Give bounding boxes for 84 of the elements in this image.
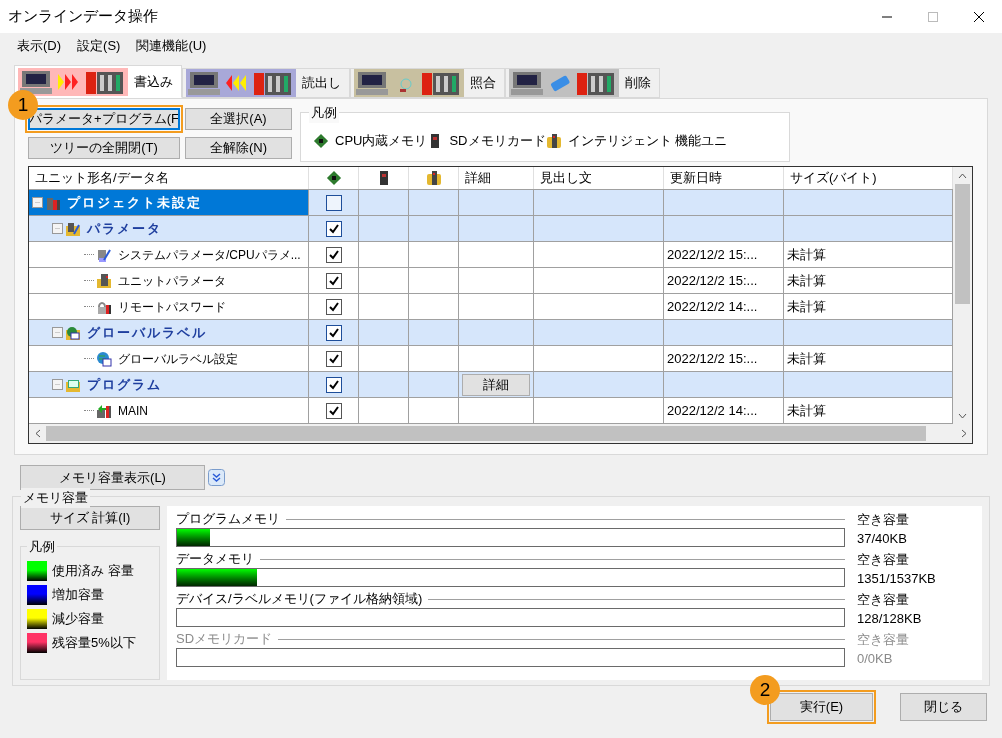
column-header[interactable]: 見出し文 <box>534 167 664 189</box>
tab[interactable]: 照合 <box>350 68 505 98</box>
tree-item[interactable]: グローバルラベル <box>87 322 207 343</box>
tab[interactable]: 読出し <box>182 68 350 98</box>
size-calc-button[interactable]: サイズ 計算(I) <box>20 506 160 530</box>
legend-label: CPU内蔵メモリ <box>335 132 428 151</box>
checkbox[interactable] <box>325 298 342 315</box>
table-cell: 2022/12/2 15:... <box>664 346 784 371</box>
free-label: 空き容量 <box>857 631 909 649</box>
tree-item[interactable]: グローバルラベル設定 <box>118 349 238 368</box>
computer-plc-icon <box>18 67 128 96</box>
detail-button[interactable]: 詳細 <box>462 373 530 396</box>
expand-chevron-icon[interactable] <box>208 469 225 486</box>
close-icon[interactable] <box>974 11 984 22</box>
memory-toggle-button[interactable]: メモリ容量表示(L) <box>20 465 205 490</box>
scroll-thumb[interactable] <box>46 426 926 441</box>
memory-label: デバイス/ラベルメモリ(ファイル格納領域) <box>176 590 423 609</box>
tree-item[interactable]: プログラム <box>87 374 162 395</box>
legend-title: 凡例 <box>309 103 339 123</box>
tree-item[interactable]: パラメータ <box>87 218 162 239</box>
free-label: 空き容量 <box>857 551 910 569</box>
memory-label: データメモリ <box>176 550 254 569</box>
unit-icon <box>425 170 442 186</box>
table-cell: 2022/12/2 14:... <box>664 294 784 319</box>
computer-plc-icon <box>354 69 464 97</box>
legend-label: 使用済み 容量 <box>52 562 134 581</box>
checkbox[interactable] <box>325 376 342 393</box>
tab[interactable]: 書込み <box>14 65 182 98</box>
expander-icon[interactable] <box>52 379 63 390</box>
button[interactable]: ツリーの全開閉(T) <box>28 137 180 159</box>
memory-label: SDメモリカード <box>176 630 273 649</box>
folder-wrench-icon <box>65 220 81 237</box>
checkbox[interactable] <box>325 272 342 289</box>
legend-label: 減少容量 <box>52 610 104 629</box>
column-header[interactable]: ユニット形名/データ名 <box>29 167 309 189</box>
tree-item[interactable]: リモートパスワード <box>118 297 226 316</box>
tree-item[interactable]: ユニットパラメータ <box>118 271 226 290</box>
tree-item[interactable]: MAIN <box>118 401 148 420</box>
expander-icon[interactable] <box>52 327 63 338</box>
column-header[interactable]: 更新日時 <box>664 167 784 189</box>
unit-icon <box>545 133 562 149</box>
table-cell: 2022/12/2 14:... <box>664 398 784 423</box>
button[interactable]: 実行(E) <box>770 693 873 721</box>
menu-item[interactable]: 表示(D) <box>10 35 69 56</box>
callout-badge: 2 <box>750 675 780 705</box>
checkbox[interactable] <box>325 324 342 341</box>
globe-table-icon <box>96 350 112 367</box>
button[interactable]: 閉じる <box>900 693 987 721</box>
legend-label: SDメモリカード <box>449 132 546 151</box>
free-label: 空き容量 <box>857 591 910 609</box>
free-value: 1351/1537KB <box>857 570 936 588</box>
table-cell: 2022/12/2 15:... <box>664 268 784 293</box>
folder-globe-icon <box>65 324 81 341</box>
checkbox[interactable] <box>325 246 342 263</box>
free-value: 128/128KB <box>857 610 922 628</box>
free-value: 0/0KB <box>857 650 894 668</box>
group-title: メモリ容量 <box>21 488 90 508</box>
free-label: 空き容量 <box>857 511 909 529</box>
legend-label: 残容量5%以下 <box>52 634 136 653</box>
checkbox[interactable] <box>325 402 342 419</box>
folder-unit-icon <box>96 272 112 289</box>
checkbox[interactable] <box>325 350 342 367</box>
scroll-thumb[interactable] <box>955 184 970 304</box>
expander-icon[interactable] <box>52 223 63 234</box>
memory-label: プログラムメモリ <box>176 510 280 529</box>
horizontal-scrollbar[interactable] <box>29 424 972 443</box>
tree-item[interactable]: システムパラメータ/CPUパラメ... <box>118 245 301 264</box>
computer-plc-icon <box>509 69 619 97</box>
menu-item[interactable]: 関連機能(U) <box>129 35 214 56</box>
button[interactable]: 全選択(A) <box>185 108 292 130</box>
menu-item[interactable]: 設定(S) <box>70 35 128 56</box>
table-cell: 2022/12/2 15:... <box>664 242 784 267</box>
free-value: 37/40KB <box>857 530 908 548</box>
column-header[interactable]: 詳細 <box>459 167 534 189</box>
checkbox[interactable] <box>325 194 342 211</box>
computer-plc-icon <box>186 69 296 97</box>
legend-label: インテリジェント 機能ユニ <box>567 132 728 151</box>
legend-label: 増加容量 <box>52 586 104 605</box>
vertical-scrollbar[interactable] <box>953 167 972 424</box>
window-title: オンラインデータ操作 <box>7 6 159 27</box>
checkbox[interactable] <box>325 220 342 237</box>
expander-icon[interactable] <box>32 197 43 208</box>
tab[interactable]: 削除 <box>505 68 660 98</box>
button[interactable]: 全解除(N) <box>185 137 292 159</box>
